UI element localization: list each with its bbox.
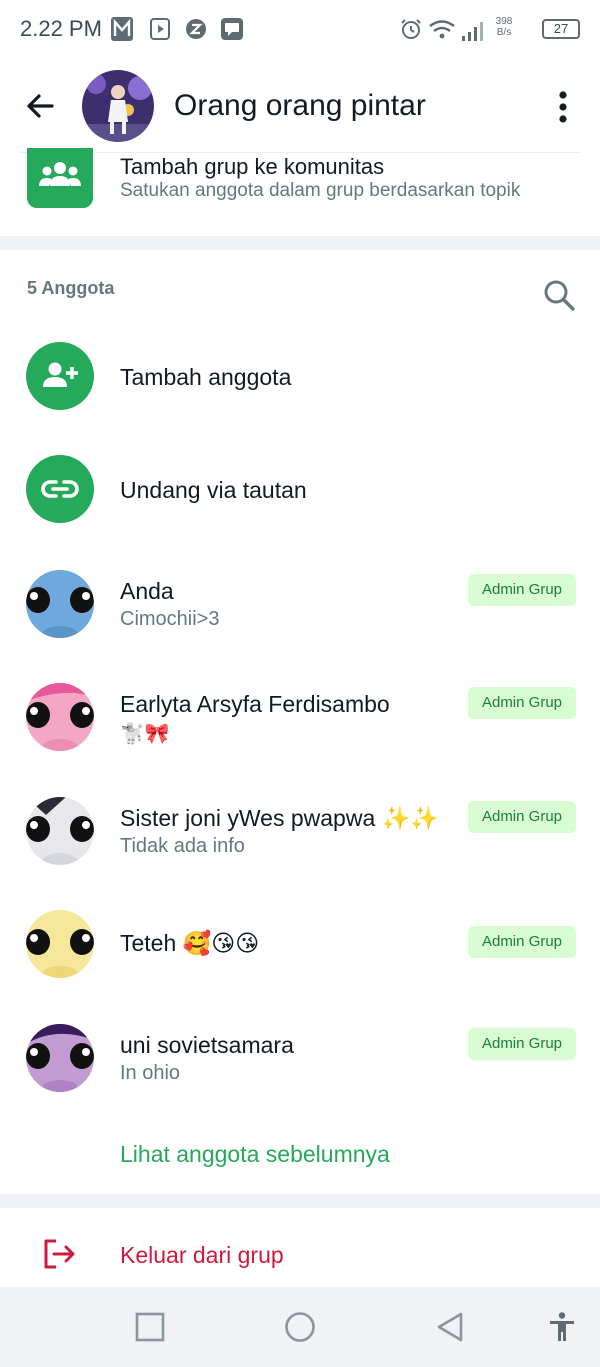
member-count: 5 Anggota — [27, 278, 115, 298]
signal-icon — [429, 20, 483, 41]
alarm-icon — [401, 19, 421, 39]
group-title[interactable]: Orang orang pintar — [174, 89, 426, 123]
community-icon — [27, 148, 93, 208]
speed-value: 398 — [495, 16, 513, 27]
member-avatar — [26, 797, 94, 865]
search-icon[interactable] — [542, 278, 576, 312]
status-time: 2.22 PM — [20, 16, 102, 41]
member-row[interactable]: Anda Cimochii>3 Admin Grup — [0, 548, 600, 660]
member-about: Tidak ada info — [120, 835, 245, 857]
section-divider — [0, 1194, 600, 1208]
z-app-icon — [186, 19, 206, 39]
more-options-icon[interactable] — [548, 90, 578, 124]
header-divider — [20, 152, 580, 153]
member-avatar — [26, 683, 94, 751]
add-member-row[interactable]: Tambah anggota — [0, 320, 600, 432]
admin-badge: Admin Grup — [468, 801, 576, 833]
exit-group-button[interactable]: Keluar dari grup — [120, 1242, 284, 1269]
admin-badge: Admin Grup — [468, 1028, 576, 1060]
member-avatar — [26, 1024, 94, 1092]
member-name: Earlyta Arsyfa Ferdisambo — [120, 691, 390, 717]
back-button-icon[interactable] — [434, 1311, 466, 1343]
section-divider — [0, 236, 600, 250]
member-name: Sister joni yWes pwapwa ✨✨ — [120, 805, 439, 831]
recents-button-icon[interactable] — [134, 1311, 166, 1343]
member-name: Teteh 🥰😘😘 — [120, 930, 260, 956]
member-name: uni sovietsamara — [120, 1032, 294, 1058]
battery-icon: 27 — [542, 19, 580, 39]
message-app-icon — [221, 18, 243, 40]
battery-level: 27 — [553, 21, 569, 36]
network-speed: 398 B/s — [492, 16, 516, 38]
home-button-icon[interactable] — [284, 1311, 316, 1343]
member-about: Cimochii>3 — [120, 608, 220, 630]
add-member-label: Tambah anggota — [120, 364, 292, 390]
member-row[interactable]: uni sovietsamara In ohio Admin Grup — [0, 1002, 600, 1114]
system-nav-bar — [0, 1287, 600, 1367]
community-title: Tambah grup ke komunitas — [120, 154, 385, 179]
member-about: 🐩🎀 — [120, 723, 170, 745]
member-avatar — [26, 570, 94, 638]
status-bar: 2.22 PM 398 B/s 27 — [0, 0, 600, 60]
member-name: Anda — [120, 578, 174, 604]
speed-unit: B/s — [496, 27, 512, 38]
admin-badge: Admin Grup — [468, 926, 576, 958]
video-app-icon — [150, 18, 170, 40]
app-header: Orang orang pintar — [0, 60, 600, 154]
community-subtitle: Satukan anggota dalam grup berdasarkan t… — [120, 180, 521, 201]
link-icon — [26, 455, 94, 523]
invite-link-label: Undang via tautan — [120, 477, 307, 503]
group-avatar[interactable] — [82, 70, 154, 142]
member-avatar — [26, 910, 94, 978]
see-previous-members-link[interactable]: Lihat anggota sebelumnya — [120, 1141, 390, 1168]
member-row[interactable]: Sister joni yWes pwapwa ✨✨ Tidak ada inf… — [0, 775, 600, 887]
group-photo — [82, 70, 154, 142]
member-row[interactable]: Teteh 🥰😘😘 Admin Grup — [0, 888, 600, 1000]
invite-link-row[interactable]: Undang via tautan — [0, 433, 600, 545]
member-about: In ohio — [120, 1062, 181, 1084]
admin-badge: Admin Grup — [468, 574, 576, 606]
exit-group-icon[interactable] — [42, 1238, 76, 1270]
add-member-icon — [26, 342, 94, 410]
back-arrow-icon[interactable] — [22, 88, 58, 124]
admin-badge: Admin Grup — [468, 687, 576, 719]
accessibility-icon[interactable] — [546, 1311, 578, 1343]
add-to-community-row[interactable]: Tambah grup ke komunitas Satukan anggota… — [0, 148, 600, 236]
m-app-icon — [111, 17, 133, 41]
member-row[interactable]: Earlyta Arsyfa Ferdisambo 🐩🎀 Admin Grup — [0, 661, 600, 773]
